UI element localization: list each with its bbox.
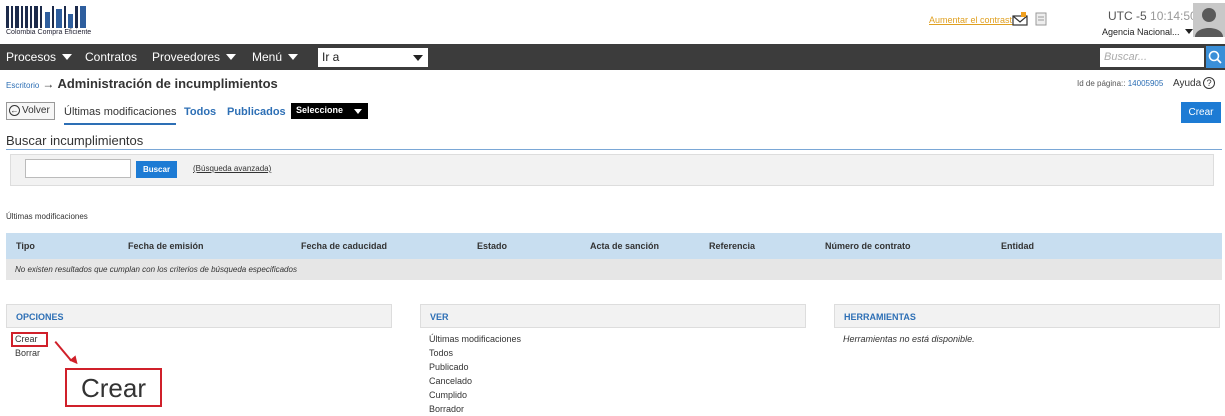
agency-name: Agencia Nacional... [1102,27,1180,37]
global-search-input[interactable]: Buscar... [1100,48,1204,67]
column-header[interactable]: Entidad [1001,241,1034,251]
help-icon: ? [1203,77,1216,89]
ver-publicado[interactable]: Publicado [429,360,521,374]
opciones-panel: OPCIONES [6,304,392,328]
callout-arrow-line [54,341,73,362]
create-button[interactable]: Crear [1181,102,1221,123]
timezone-clock: UTC -5 10:14:50 [1108,9,1197,23]
search-section-title: Buscar incumplimientos [6,133,144,148]
mail-notification-icon[interactable] [1012,12,1028,26]
column-header[interactable]: Fecha de emisión [128,241,204,251]
help-link[interactable]: Ayuda? [1173,77,1216,89]
document-icon[interactable] [1035,12,1047,26]
option-borrar[interactable]: Borrar [15,346,40,360]
page-id: Id de página:: 14005905 [1077,79,1163,88]
search-input[interactable] [25,159,131,178]
page-id-label: Id de página:: [1077,79,1126,88]
filter-select-value: Seleccione [296,105,344,115]
herramientas-panel: HERRAMIENTAS [834,304,1220,328]
ver-cumplido[interactable]: Cumplido [429,388,521,402]
top-header: Colombia Compra Eficiente Aumentar el co… [0,0,1225,42]
back-label: Volver [22,105,50,116]
filter-select[interactable]: Seleccione [291,103,368,119]
nav-proveedores[interactable]: Proveedores [152,50,237,64]
tab-todos[interactable]: Todos [184,106,216,118]
column-header[interactable]: Número de contrato [825,241,911,251]
search-panel [10,154,1214,186]
ver-panel: VER [420,304,806,328]
timezone-label: UTC -5 [1108,9,1147,23]
table-header: Tipo Fecha de emisión Fecha de caducidad… [6,233,1222,259]
logo-text: Colombia Compra Eficiente [6,29,92,36]
chevron-down-icon [62,54,73,60]
page-id-value: 14005905 [1127,79,1164,88]
barcode-logo-icon [6,6,92,28]
ver-list: Últimas modificaciones Todos Publicado C… [429,332,521,416]
breadcrumb-arrow: → [42,77,55,91]
breadcrumb: Escritorio → Administración de incumplim… [6,76,278,91]
clock-time: 10:14:50 [1150,9,1197,23]
section-divider [6,149,1222,150]
ver-todos[interactable]: Todos [429,346,521,360]
back-arrow-icon: ← [9,105,20,116]
column-header[interactable]: Acta de sanción [590,241,659,251]
goto-value: Ir a [322,50,340,64]
chevron-down-icon [354,109,362,114]
column-header[interactable]: Fecha de caducidad [301,241,387,251]
search-icon [1208,50,1222,64]
nav-contratos-label: Contratos [85,50,138,64]
chevron-down-icon [1185,29,1194,34]
breadcrumb-escritorio[interactable]: Escritorio [6,81,39,90]
nav-menu-label: Menú [252,50,283,64]
nav-procesos[interactable]: Procesos [6,50,73,64]
ver-ultimas-modificaciones[interactable]: Últimas modificaciones [429,332,521,346]
column-header[interactable]: Tipo [16,241,35,251]
herramientas-message: Herramientas no está disponible. [843,334,975,344]
colombia-compra-logo[interactable]: Colombia Compra Eficiente [6,6,96,38]
column-header[interactable]: Estado [477,241,507,251]
table-row: No existen resultados que cumplan con lo… [6,259,1222,280]
nav-contratos[interactable]: Contratos [85,50,137,64]
tab-publicados[interactable]: Publicados [227,106,286,118]
help-label: Ayuda [1173,78,1202,89]
search-button[interactable] [1206,46,1225,68]
empty-results-message: No existen resultados que cumplan con lo… [15,265,297,274]
goto-select[interactable]: Ir a [318,48,428,67]
agency-selector[interactable]: Agencia Nacional... [1102,27,1194,37]
chevron-down-icon [413,55,423,61]
ver-title: VER [430,312,449,322]
zoomed-crear-label: Crear [65,368,162,407]
nav-proveedores-label: Proveedores [152,50,221,64]
herramientas-title: HERRAMIENTAS [844,312,916,322]
search-submit-button[interactable]: Buscar [136,161,177,178]
column-header[interactable]: Referencia [709,241,755,251]
opciones-title: OPCIONES [16,312,64,322]
nav-procesos-label: Procesos [6,50,57,64]
highlight-box [11,332,48,347]
ver-cancelado[interactable]: Cancelado [429,374,521,388]
arrow-head-icon [69,355,81,367]
nav-menu[interactable]: Menú [252,50,299,64]
results-label: Últimas modificaciones [6,212,88,221]
chevron-down-icon [288,54,299,60]
chevron-down-icon [226,54,237,60]
increase-contrast-link[interactable]: Aumentar el contraste [929,15,1017,25]
user-avatar-icon[interactable] [1193,3,1225,37]
page-title: Administración de incumplimientos [57,76,278,91]
tab-ultimas-modificaciones[interactable]: Últimas modificaciones [64,106,177,125]
advanced-search-link[interactable]: (Búsqueda avanzada) [193,164,271,173]
back-button[interactable]: ← Volver [6,102,55,120]
